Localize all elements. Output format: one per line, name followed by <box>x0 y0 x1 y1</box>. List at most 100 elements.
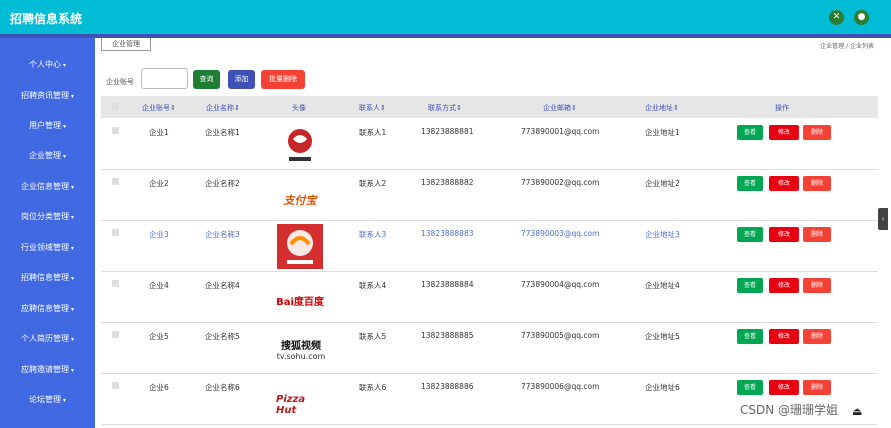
row-checkbox[interactable] <box>112 280 119 287</box>
view-button[interactable]: 查看 <box>737 125 763 140</box>
baidu-logo: Bai度百度 <box>276 297 324 308</box>
cell-email: 773890003@qq.com <box>521 229 600 238</box>
header-actions: 操作 <box>775 104 789 112</box>
header-phone[interactable]: 联系方式⇕ <box>428 103 462 113</box>
sidebar: 个人中心 ▾ 招聘资讯管理 ▾ 用户管理 ▾ 企业管理 ▾ 企业信息管理 ▾ 岗位分类管理… <box>0 38 95 428</box>
search-button[interactable]: 查询 <box>193 70 220 89</box>
chevron-down-icon: ▾ <box>70 184 74 191</box>
edit-button[interactable]: 修改 <box>769 278 799 293</box>
chevron-down-icon: ▾ <box>62 397 66 404</box>
edit-button[interactable]: 修改 <box>769 329 799 344</box>
cell-address: 企业地址2 <box>645 179 680 188</box>
edit-button[interactable]: 修改 <box>769 227 799 242</box>
header-email[interactable]: 企业邮箱⇕ <box>543 103 577 113</box>
table-row: 企业4 企业名称4 Bai度百度 联系人4 13823888884 773890… <box>101 272 878 323</box>
sidebar-item-company-info[interactable]: 企业信息管理 ▾ <box>0 172 95 202</box>
view-button[interactable]: 查看 <box>737 176 763 191</box>
edit-button[interactable]: 修改 <box>769 380 799 395</box>
cell-address: 企业地址3 <box>645 230 680 239</box>
row-checkbox[interactable] <box>112 178 119 185</box>
cell-account: 企业3 <box>149 230 169 239</box>
view-button[interactable]: 查看 <box>737 278 763 293</box>
cell-phone: 13823888886 <box>421 382 474 391</box>
delete-button[interactable]: 删除 <box>803 227 831 242</box>
sidebar-item-invitations[interactable]: 应聘邀请管理 ▾ <box>0 355 95 385</box>
cell-account: 企业4 <box>149 281 169 290</box>
chevron-down-icon: ▾ <box>62 62 66 69</box>
cell-contact: 联系人5 <box>359 332 387 341</box>
cell-email: 773890002@qq.com <box>521 178 600 187</box>
sidebar-item-personal-center[interactable]: 个人中心 ▾ <box>0 50 95 80</box>
table-row: 企业5 企业名称5 搜狐视频 tv.sohu.com 联系人5 13823888… <box>101 323 878 374</box>
cell-email: 773890006@qq.com <box>521 382 600 391</box>
chevron-down-icon: ▾ <box>62 123 66 130</box>
cell-name: 企业名称1 <box>205 128 240 137</box>
row-checkbox[interactable] <box>112 229 119 236</box>
taobao-logo: 支付宝 <box>283 193 317 207</box>
cell-phone: 13823888885 <box>421 331 474 340</box>
sidebar-item-industry[interactable]: 行业领域管理 ▾ <box>0 233 95 263</box>
cell-email: 773890005@qq.com <box>521 331 600 340</box>
batch-delete-button[interactable]: 批量删除 <box>261 70 305 89</box>
cell-name: 企业名称3 <box>205 230 240 239</box>
main-content: 企业管理 企业管理 / 企业列表 企业账号 查询 添加 批量删除 企业账号⇕ 企… <box>95 38 878 428</box>
sidebar-item-applications[interactable]: 应聘信息管理 ▾ <box>0 294 95 324</box>
edit-button[interactable]: 修改 <box>769 125 799 140</box>
collapse-handle[interactable]: ‹ <box>878 208 888 230</box>
table-header: 企业账号⇕ 企业名称⇕ 头像 联系人⇕ 联系方式⇕ 企业邮箱⇕ 企业地址⇕ 操作 <box>101 96 878 118</box>
search-label: 企业账号 <box>106 78 134 86</box>
cell-name: 企业名称2 <box>205 179 240 188</box>
header-avatar: 头像 <box>292 104 306 112</box>
user-icon[interactable]: ● <box>854 10 869 25</box>
view-button[interactable]: 查看 <box>737 380 763 395</box>
delete-button[interactable]: 删除 <box>803 380 831 395</box>
chevron-down-icon: ▾ <box>70 306 74 313</box>
cell-contact: 联系人4 <box>359 281 387 290</box>
header-account[interactable]: 企业账号⇕ <box>142 103 176 113</box>
header-address[interactable]: 企业地址⇕ <box>645 103 679 113</box>
sidebar-item-job-category[interactable]: 岗位分类管理 ▾ <box>0 202 95 232</box>
row-checkbox[interactable] <box>112 127 119 134</box>
restaurant-logo <box>276 122 324 167</box>
header-contact[interactable]: 联系人⇕ <box>359 103 386 113</box>
row-checkbox[interactable] <box>112 382 119 389</box>
delete-button[interactable]: 删除 <box>803 176 831 191</box>
view-button[interactable]: 查看 <box>737 227 763 242</box>
table-row: 企业1 企业名称1 联系人1 13823888881 773890001@qq.… <box>101 119 878 170</box>
delete-button[interactable]: 删除 <box>803 329 831 344</box>
cell-phone: 13823888883 <box>421 229 474 238</box>
food-logo <box>276 224 324 269</box>
delete-button[interactable]: 删除 <box>803 278 831 293</box>
select-all-checkbox[interactable] <box>112 103 119 110</box>
delete-button[interactable]: 删除 <box>803 125 831 140</box>
sidebar-item-companies[interactable]: 企业管理 ▾ <box>0 141 95 171</box>
upload-icon: ⏏ <box>852 405 863 418</box>
sidebar-item-users[interactable]: 用户管理 ▾ <box>0 111 95 141</box>
chevron-down-icon: ▾ <box>70 367 74 374</box>
cell-account: 企业6 <box>149 383 169 392</box>
cell-phone: 13823888881 <box>421 127 474 136</box>
search-input[interactable] <box>141 68 188 89</box>
cell-contact: 联系人1 <box>359 128 387 137</box>
chevron-down-icon: ▾ <box>70 336 74 343</box>
sidebar-item-recruitment[interactable]: 招聘信息管理 ▾ <box>0 263 95 293</box>
cell-address: 企业地址5 <box>645 332 680 341</box>
table-row: 企业3 企业名称3 联系人3 13823888883 773890003@qq.… <box>101 221 878 272</box>
add-button[interactable]: 添加 <box>228 70 255 89</box>
view-button[interactable]: 查看 <box>737 329 763 344</box>
tab-company-management[interactable]: 企业管理 <box>101 38 151 51</box>
edit-button[interactable]: 修改 <box>769 176 799 191</box>
sidebar-item-forum[interactable]: 论坛管理 ▾ <box>0 385 95 415</box>
row-checkbox[interactable] <box>112 331 119 338</box>
sidebar-item-news[interactable]: 招聘资讯管理 ▾ <box>0 81 95 111</box>
header-name[interactable]: 企业名称⇕ <box>206 103 240 113</box>
cell-account: 企业5 <box>149 332 169 341</box>
cell-contact: 联系人2 <box>359 179 387 188</box>
cell-account: 企业1 <box>149 128 169 137</box>
cell-address: 企业地址1 <box>645 128 680 137</box>
cell-account: 企业2 <box>149 179 169 188</box>
close-icon[interactable]: ✕ <box>829 10 844 25</box>
sidebar-item-resumes[interactable]: 个人简历管理 ▾ <box>0 324 95 354</box>
sohu-logo: 搜狐视频 tv.sohu.com <box>276 340 326 361</box>
cell-phone: 13823888882 <box>421 178 474 187</box>
